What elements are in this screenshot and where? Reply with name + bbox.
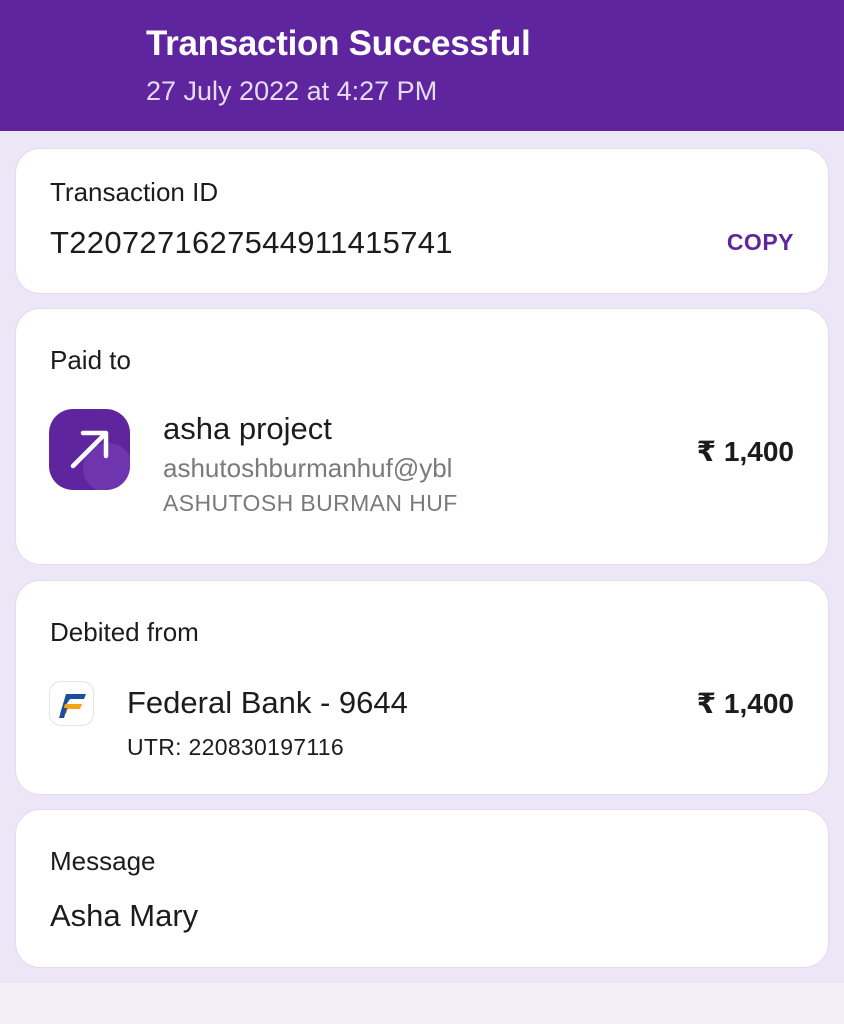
header-bar: Transaction Successful 27 July 2022 at 4… (0, 0, 844, 131)
arrow-up-right-icon (49, 409, 130, 490)
page-title: Transaction Successful (146, 24, 531, 63)
utr-number: UTR: 220830197116 (127, 734, 344, 760)
bottom-band (0, 983, 844, 1024)
federal-bank-logo-icon (49, 681, 94, 726)
transaction-id-card: Transaction ID T2207271627544911415741 C… (16, 149, 828, 293)
paid-to-label: Paid to (50, 345, 131, 375)
bank-account-name: Federal Bank - 9644 (127, 685, 408, 720)
debited-amount: ₹ 1,400 (696, 688, 794, 719)
transaction-id-value: T2207271627544911415741 (50, 225, 453, 260)
transaction-id-label: Transaction ID (50, 177, 219, 207)
paid-to-card[interactable]: Paid to asha project ashutoshburmanhuf@y… (16, 309, 828, 564)
debited-from-label: Debited from (50, 617, 199, 647)
debited-from-card[interactable]: Debited from Federal Bank - 9644 UTR: 22… (16, 581, 828, 794)
transaction-datetime: 27 July 2022 at 4:27 PM (146, 76, 438, 106)
copy-button[interactable]: COPY (727, 229, 794, 256)
payee-upi-id: ashutoshburmanhuf@ybl (163, 453, 453, 483)
payee-name: asha project (163, 411, 332, 446)
message-card: Message Asha Mary (16, 810, 828, 967)
message-label: Message (50, 846, 156, 876)
payee-legal-name: ASHUTOSH BURMAN HUF (163, 490, 458, 516)
paid-amount: ₹ 1,400 (696, 436, 794, 467)
message-text: Asha Mary (50, 898, 199, 933)
